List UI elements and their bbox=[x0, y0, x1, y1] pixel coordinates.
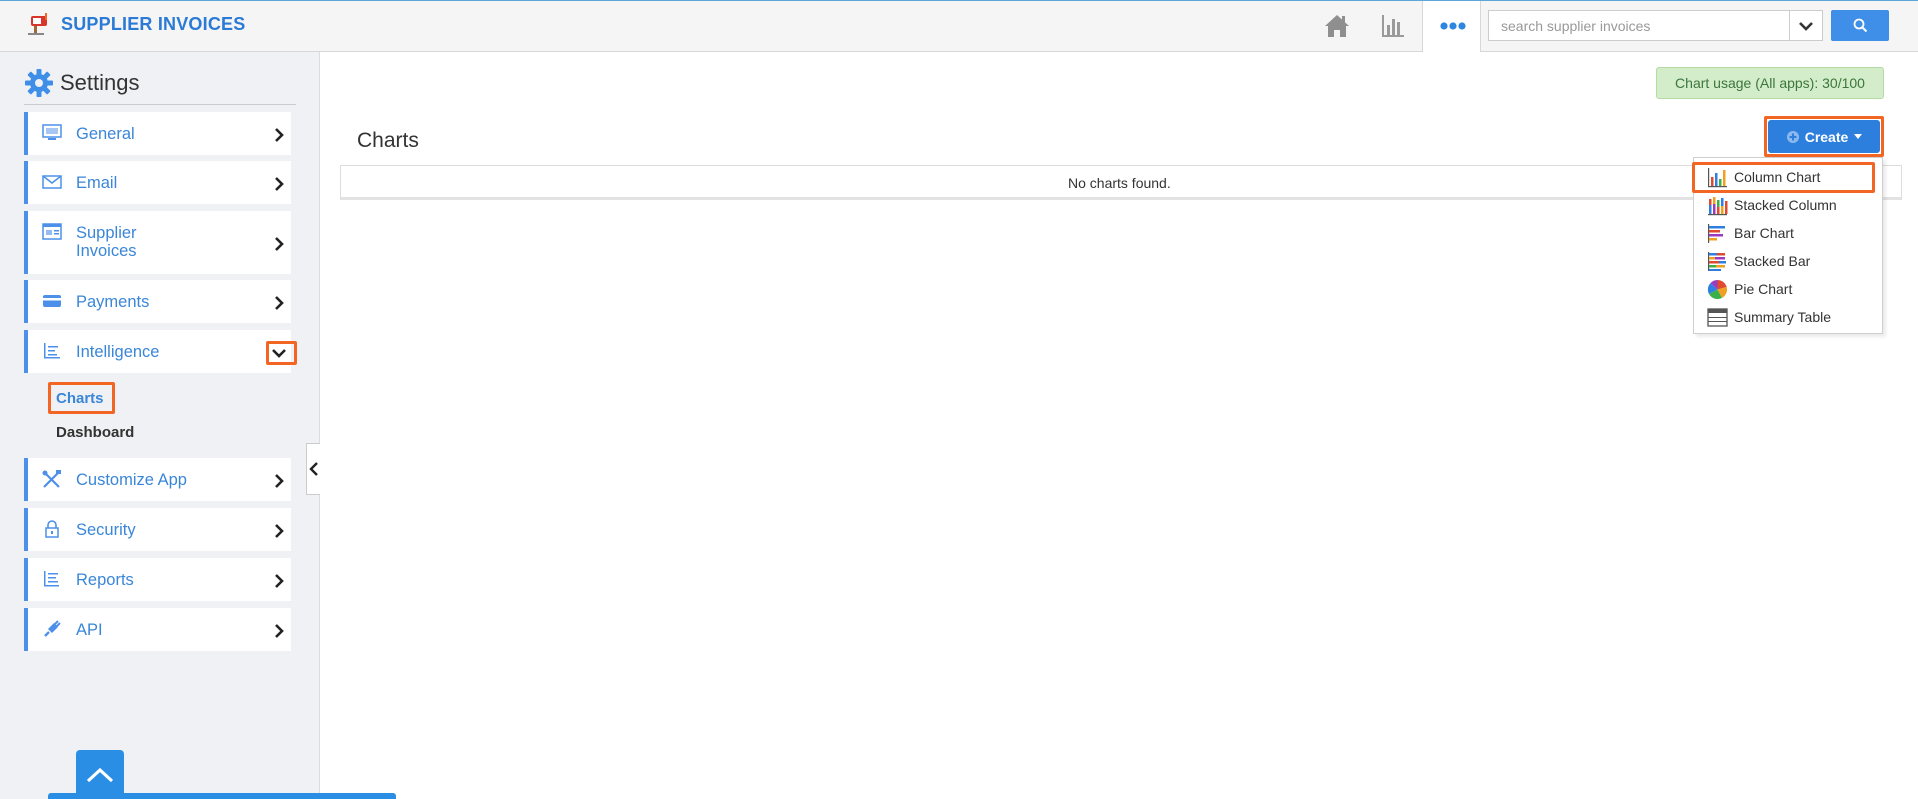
page-title: Charts bbox=[357, 129, 419, 152]
sidebar-item-label: Security bbox=[76, 521, 136, 539]
sidebar-item-email[interactable]: Email bbox=[24, 161, 291, 204]
menu-item-label: Pie Chart bbox=[1734, 281, 1793, 297]
menu-item-label: Stacked Bar bbox=[1734, 253, 1811, 269]
menu-item-label: Summary Table bbox=[1734, 309, 1832, 325]
table-icon bbox=[1707, 307, 1728, 327]
more-dots-icon bbox=[1440, 22, 1466, 30]
monitor-icon bbox=[42, 124, 62, 140]
create-button[interactable]: Create bbox=[1768, 120, 1880, 153]
chevron-right-icon bbox=[275, 524, 284, 538]
bar-chart-icon bbox=[1708, 223, 1725, 243]
sidebar-item-general[interactable]: General bbox=[24, 112, 291, 155]
sidebar-item-label: Intelligence bbox=[76, 343, 160, 361]
home-icon[interactable] bbox=[1322, 11, 1352, 41]
chevron-down-icon[interactable] bbox=[271, 345, 287, 361]
sidebar-item-label: Reports bbox=[76, 571, 134, 589]
top-separator bbox=[1480, 1, 1481, 52]
menu-item-summary-table[interactable]: Summary Table bbox=[1694, 304, 1882, 330]
sidebar-item-label: Supplier Invoices bbox=[76, 224, 137, 260]
search-icon bbox=[1853, 18, 1867, 33]
gear-icon bbox=[25, 69, 53, 97]
chart-usage-badge: Chart usage (All apps): 30/100 bbox=[1656, 67, 1884, 99]
top-bar: SUPPLIER INVOICES bbox=[0, 0, 1918, 52]
menu-item-label: Column Chart bbox=[1734, 169, 1821, 185]
sidebar-item-security[interactable]: Security bbox=[24, 508, 291, 551]
sidebar-item-label: API bbox=[76, 621, 103, 639]
chevron-right-icon bbox=[275, 237, 284, 251]
chevron-right-icon bbox=[275, 624, 284, 638]
search-input[interactable] bbox=[1488, 10, 1790, 41]
collapse-sidebar-button[interactable] bbox=[306, 443, 320, 495]
scroll-top-button[interactable] bbox=[76, 750, 124, 799]
stacked-column-icon bbox=[1708, 196, 1728, 215]
chevron-down-icon bbox=[1799, 21, 1813, 31]
credit-card-icon bbox=[43, 295, 61, 307]
pie-chart-icon bbox=[1707, 279, 1728, 299]
menu-item-stacked-bar[interactable]: Stacked Bar bbox=[1694, 248, 1882, 274]
bar-chart-icon[interactable] bbox=[1378, 11, 1408, 41]
menu-item-label: Stacked Column bbox=[1734, 197, 1837, 213]
search-button[interactable] bbox=[1831, 10, 1889, 41]
chevron-right-icon bbox=[275, 177, 284, 191]
sidebar-item-api[interactable]: API bbox=[24, 608, 291, 651]
sidebar-item-label: Payments bbox=[76, 293, 150, 311]
sidebar-item-customize-app[interactable]: Customize App bbox=[24, 458, 291, 501]
chevron-left-icon bbox=[308, 462, 318, 476]
menu-item-pie-chart[interactable]: Pie Chart bbox=[1694, 276, 1882, 302]
more-menu-button[interactable] bbox=[1423, 1, 1480, 52]
divider bbox=[24, 104, 296, 105]
footer-bar bbox=[48, 793, 396, 799]
chevron-right-icon bbox=[275, 128, 284, 142]
report-lines-icon bbox=[44, 343, 60, 359]
lock-icon bbox=[45, 520, 59, 538]
chevron-right-icon bbox=[275, 296, 284, 310]
column-chart-icon bbox=[1708, 167, 1727, 187]
sidebar-subitem-dashboard[interactable]: Dashboard bbox=[56, 424, 134, 441]
menu-item-bar-chart[interactable]: Bar Chart bbox=[1694, 220, 1882, 246]
sidebar-item-label: General bbox=[76, 125, 135, 143]
chevron-right-icon bbox=[275, 574, 284, 588]
create-dropdown-menu: Column Chart Stacked Column Bar Chart St… bbox=[1693, 157, 1883, 334]
sidebar-item-label: Email bbox=[76, 174, 118, 192]
plug-icon bbox=[44, 620, 61, 637]
sidebar-subitem-charts[interactable]: Charts bbox=[56, 390, 104, 407]
empty-message: No charts found. bbox=[1068, 175, 1171, 191]
sidebar-item-intelligence[interactable]: Intelligence bbox=[24, 330, 291, 373]
invoice-icon bbox=[42, 223, 62, 240]
menu-item-column-chart[interactable]: Column Chart bbox=[1694, 164, 1882, 190]
chevron-right-icon bbox=[275, 474, 284, 488]
tools-icon bbox=[42, 470, 61, 488]
mailbox-icon bbox=[28, 13, 47, 35]
sidebar-item-label: Customize App bbox=[76, 471, 187, 489]
list-icon bbox=[44, 571, 59, 587]
sidebar-item-supplier-invoices[interactable]: Supplier Invoices bbox=[24, 211, 291, 274]
envelope-icon bbox=[42, 175, 62, 189]
settings-sidebar: Settings General Email Supplier Invoices… bbox=[0, 52, 320, 799]
stacked-bar-icon bbox=[1708, 251, 1726, 271]
sidebar-item-payments[interactable]: Payments bbox=[24, 280, 291, 323]
plus-circle-icon bbox=[1786, 130, 1799, 143]
search-filter-dropdown[interactable] bbox=[1790, 10, 1823, 41]
sidebar-item-reports[interactable]: Reports bbox=[24, 558, 291, 601]
menu-item-label: Bar Chart bbox=[1734, 225, 1794, 241]
create-button-label: Create bbox=[1804, 128, 1849, 145]
settings-header: Settings bbox=[24, 68, 140, 98]
chevron-up-icon bbox=[86, 767, 114, 782]
caret-down-icon bbox=[1854, 134, 1863, 139]
menu-item-stacked-column[interactable]: Stacked Column bbox=[1694, 192, 1882, 218]
app-title[interactable]: SUPPLIER INVOICES bbox=[61, 14, 245, 35]
settings-title: Settings bbox=[60, 70, 140, 95]
